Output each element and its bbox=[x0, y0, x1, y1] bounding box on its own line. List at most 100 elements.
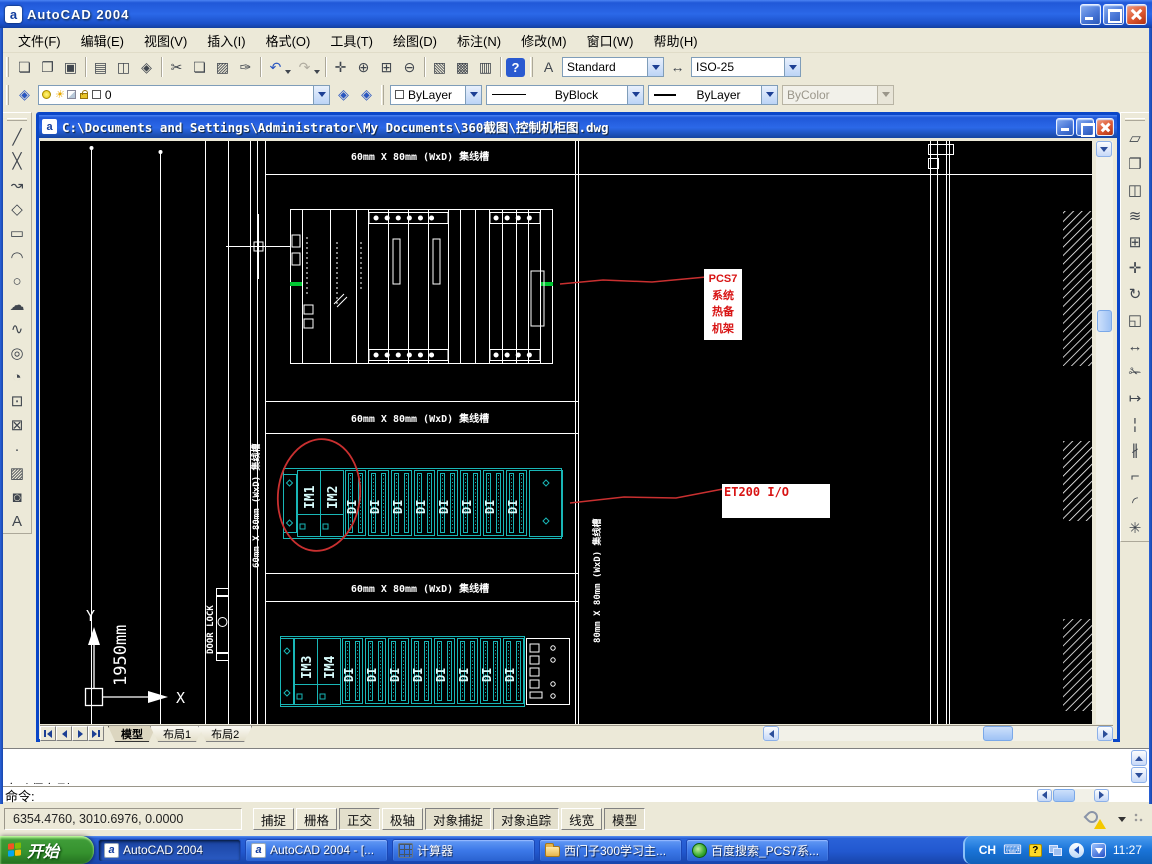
layer-lock-icon[interactable] bbox=[80, 93, 88, 99]
chamfer-button[interactable]: ⌐ bbox=[1123, 463, 1147, 489]
scroll-left-button[interactable] bbox=[763, 726, 779, 741]
linetype-select[interactable]: ByBlock bbox=[486, 85, 644, 105]
zoom-window-button[interactable]: ⊞ bbox=[375, 56, 398, 78]
undo-button[interactable]: ↶ bbox=[264, 56, 287, 78]
zoom-realtime-button[interactable]: ⊕ bbox=[352, 56, 375, 78]
make-block-button[interactable]: ⊠ bbox=[5, 413, 29, 437]
network-icon[interactable] bbox=[1049, 845, 1062, 856]
coordinates-display[interactable]: 6354.4760, 3010.6976, 0.0000 bbox=[4, 808, 242, 830]
layer-previous-button[interactable]: ◈ bbox=[355, 84, 378, 106]
color-select[interactable]: ByLayer bbox=[390, 85, 482, 105]
toolbar-grip[interactable] bbox=[7, 118, 27, 121]
grid-toggle[interactable]: 栅格 bbox=[296, 808, 337, 830]
designcenter-button[interactable]: ▩ bbox=[451, 56, 474, 78]
spline-button[interactable]: ∿ bbox=[5, 317, 29, 341]
drawing-window-titlebar[interactable]: a C:\Documents and Settings\Administrato… bbox=[39, 115, 1117, 138]
chevron-down-icon[interactable] bbox=[313, 86, 329, 104]
scroll-right-button[interactable] bbox=[1097, 726, 1113, 741]
taskbar-task-folder[interactable]: 西门子300学习主... bbox=[539, 839, 682, 862]
copy-button[interactable]: ❏ bbox=[188, 56, 211, 78]
taskbar-task-calculator[interactable]: 计算器 bbox=[392, 839, 535, 862]
break-button[interactable]: ∦ bbox=[1123, 437, 1147, 463]
scale-button[interactable]: ◱ bbox=[1123, 307, 1147, 333]
text-style-icon[interactable]: A bbox=[537, 56, 560, 78]
polygon-button[interactable]: ◇ bbox=[5, 197, 29, 221]
menu-dimension[interactable]: 标注(N) bbox=[448, 29, 510, 52]
lineweight-toggle[interactable]: 线宽 bbox=[561, 808, 602, 830]
model-toggle[interactable]: 模型 bbox=[604, 808, 645, 830]
command-splitter[interactable] bbox=[3, 786, 1149, 787]
command-scrollbar[interactable] bbox=[1131, 750, 1148, 784]
command-scroll-right-button[interactable] bbox=[1094, 789, 1109, 802]
toolbar-grip[interactable] bbox=[530, 57, 533, 77]
doc-minimize-button[interactable] bbox=[1056, 118, 1074, 136]
tray-collapse-chevron[interactable] bbox=[1069, 843, 1084, 858]
close-button[interactable] bbox=[1126, 4, 1147, 25]
lineweight-select[interactable]: ByLayer bbox=[648, 85, 778, 105]
command-scroll-down-button[interactable] bbox=[1131, 767, 1147, 783]
menu-file[interactable]: 文件(F) bbox=[9, 29, 70, 52]
match-properties-button[interactable]: ✑ bbox=[234, 56, 257, 78]
mirror-button[interactable]: ◫ bbox=[1123, 177, 1147, 203]
dim-style-select[interactable]: ISO-25 bbox=[691, 57, 801, 77]
pan-button[interactable]: ✛ bbox=[329, 56, 352, 78]
resize-grip[interactable] bbox=[1134, 813, 1146, 825]
osnap-toggle[interactable]: 对象捕捉 bbox=[425, 808, 491, 830]
minimize-button[interactable] bbox=[1080, 4, 1101, 25]
make-object-layer-current-button[interactable]: ◈ bbox=[332, 84, 355, 106]
zoom-previous-button[interactable]: ⊖ bbox=[398, 56, 421, 78]
region-button[interactable]: ◙ bbox=[5, 485, 29, 509]
horizontal-scroll-thumb[interactable] bbox=[983, 726, 1013, 741]
input-language-indicator[interactable]: CH bbox=[979, 843, 996, 857]
maximize-button[interactable] bbox=[1103, 4, 1124, 25]
polyline-button[interactable]: ↝ bbox=[5, 173, 29, 197]
drawing-canvas[interactable]: DI bbox=[40, 141, 1092, 724]
taskbar-task-browser[interactable]: 百度搜索_PCS7系... bbox=[686, 839, 829, 862]
polar-toggle[interactable]: 极轴 bbox=[382, 808, 423, 830]
ellipse-arc-button[interactable]: ◔ bbox=[5, 365, 29, 389]
layer-freeze-icon[interactable]: ☀ bbox=[54, 90, 64, 100]
rectangle-button[interactable]: ▭ bbox=[5, 221, 29, 245]
copy-object-button[interactable]: ❐ bbox=[1123, 151, 1147, 177]
chevron-down-icon[interactable] bbox=[647, 58, 663, 76]
new-file-button[interactable]: ❏ bbox=[13, 56, 36, 78]
chevron-down-icon[interactable] bbox=[627, 86, 643, 104]
menu-help[interactable]: 帮助(H) bbox=[645, 29, 707, 52]
status-menu-caret-icon[interactable] bbox=[1118, 817, 1126, 822]
tab-first-button[interactable] bbox=[40, 726, 56, 741]
command-scroll-up-button[interactable] bbox=[1131, 750, 1147, 766]
tab-layout1[interactable]: 布局1 bbox=[150, 726, 204, 742]
command-horizontal-scrollbar[interactable] bbox=[1037, 789, 1109, 802]
menu-view[interactable]: 视图(V) bbox=[135, 29, 196, 52]
layer-freeze-viewport-icon[interactable] bbox=[67, 90, 76, 99]
stretch-button[interactable]: ↔ bbox=[1123, 333, 1147, 359]
command-prompt[interactable]: 命令: bbox=[5, 786, 35, 805]
open-file-button[interactable]: ❐ bbox=[36, 56, 59, 78]
doc-close-button[interactable] bbox=[1096, 118, 1114, 136]
erase-button[interactable]: ▱ bbox=[1123, 125, 1147, 151]
menu-tools[interactable]: 工具(T) bbox=[321, 29, 382, 52]
line-button[interactable]: ╱ bbox=[5, 125, 29, 149]
scroll-down-button[interactable] bbox=[1096, 141, 1112, 157]
vertical-scroll-thumb[interactable] bbox=[1097, 310, 1112, 332]
arc-button[interactable]: ◠ bbox=[5, 245, 29, 269]
hatch-button[interactable]: ▨ bbox=[5, 461, 29, 485]
tray-app-icon[interactable] bbox=[1091, 843, 1106, 858]
command-history[interactable]: 自动保存到 C:\Documents and Settings\Administ… bbox=[5, 750, 1113, 784]
undo-dropdown-icon[interactable] bbox=[285, 70, 291, 74]
fillet-button[interactable]: ◜ bbox=[1123, 489, 1147, 515]
taskbar-task-autocad-doc[interactable]: a AutoCAD 2004 - [... bbox=[245, 839, 388, 862]
layer-manager-button[interactable]: ◈ bbox=[13, 84, 36, 106]
menu-insert[interactable]: 插入(I) bbox=[198, 29, 254, 52]
ortho-toggle[interactable]: 正交 bbox=[339, 808, 380, 830]
toolbar-grip[interactable] bbox=[1125, 118, 1145, 121]
explode-button[interactable]: ✳ bbox=[1123, 515, 1147, 541]
toolbar-grip[interactable] bbox=[381, 85, 384, 105]
array-button[interactable]: ⊞ bbox=[1123, 229, 1147, 255]
paste-button[interactable]: ▨ bbox=[211, 56, 234, 78]
layer-select[interactable]: ☀ 0 bbox=[38, 85, 330, 105]
multiline-text-button[interactable]: A bbox=[5, 509, 29, 533]
point-button[interactable]: · bbox=[5, 437, 29, 461]
break-at-point-button[interactable]: ¦ bbox=[1123, 411, 1147, 437]
tool-palettes-button[interactable]: ▥ bbox=[474, 56, 497, 78]
